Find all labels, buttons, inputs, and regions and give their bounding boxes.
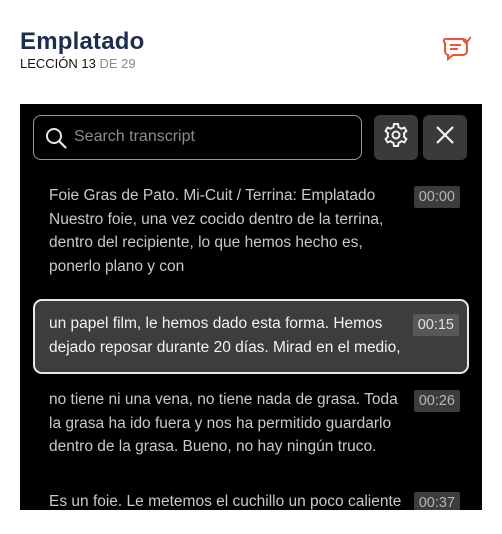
segment-timestamp[interactable]: 00:15 [412,314,459,336]
transcript-segment[interactable]: no tiene ni una vena, no tiene nada de g… [33,388,469,468]
close-button[interactable] [423,115,467,160]
search-icon [45,127,67,149]
segment-timestamp[interactable]: 00:00 [413,186,460,208]
lesson-total: DE 29 [99,56,136,71]
close-icon [435,125,455,150]
transcript-panel: Foie Gras de Pato. Mi-Cuit / Terrina: Em… [20,104,482,510]
settings-button[interactable] [374,115,418,160]
segment-text: no tiene ni una vena, no tiene nada de g… [49,391,398,455]
segment-timestamp[interactable]: 00:37 [413,492,460,510]
segment-timestamp[interactable]: 00:26 [413,390,460,412]
segment-text: Foie Gras de Pato. Mi-Cuit / Terrina: Em… [49,187,384,275]
transcript-segment[interactable]: Foie Gras de Pato. Mi-Cuit / Terrina: Em… [33,184,469,284]
transcript-segment-active[interactable]: un papel film, le hemos dado esta forma.… [33,299,469,374]
segment-text: Es un foie. Le metemos el cuchillo un po… [49,493,402,510]
transcript-bubble-icon[interactable] [441,34,472,62]
lesson-header: Emplatado LECCIÓN 13 DE 29 [20,28,144,72]
segment-text: un papel film, le hemos dado esta forma.… [49,315,401,356]
search-input[interactable] [74,125,354,149]
page-title: Emplatado [20,28,145,55]
lesson-counter: LECCIÓN 13 DE 29 [20,56,144,72]
gear-icon [383,122,409,153]
lesson-number: LECCIÓN 13 [20,56,96,71]
transcript-segment[interactable]: Es un foie. Le metemos el cuchillo un po… [33,490,469,510]
search-box[interactable] [33,115,362,160]
